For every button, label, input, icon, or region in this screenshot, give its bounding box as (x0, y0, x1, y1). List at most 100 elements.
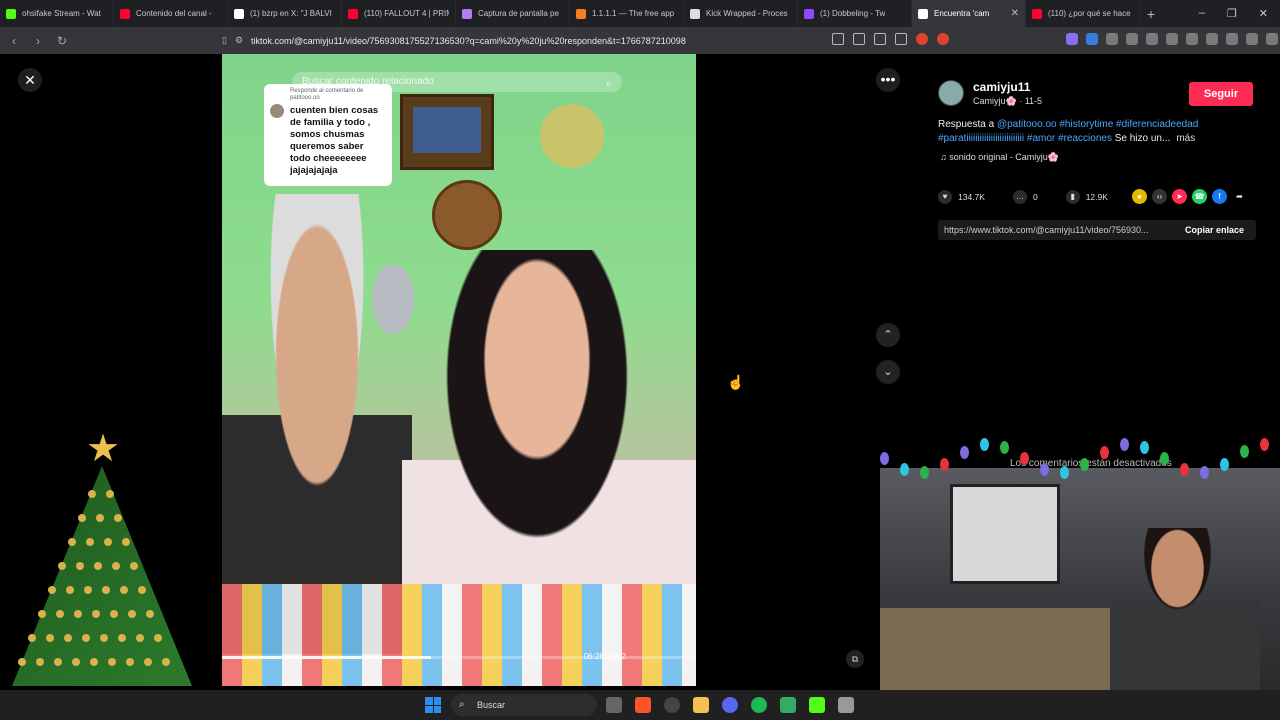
window-close-button[interactable]: ✕ (1259, 7, 1268, 20)
ornament (108, 658, 116, 666)
bookmark-icon[interactable]: ▮ (1065, 190, 1080, 204)
close-tab-icon[interactable]: ✕ (1011, 8, 1019, 19)
browser-tab[interactable]: (1) bzrp en X: "J BALVI (228, 0, 342, 27)
spotify-icon[interactable] (751, 697, 767, 713)
streamer (1110, 528, 1260, 690)
screenshot-icon[interactable] (853, 33, 865, 45)
tab-title: 1.1.1.1 — The free app (592, 9, 675, 18)
facebook-icon[interactable]: f (1212, 189, 1227, 204)
embed-icon[interactable]: ‹› (1152, 189, 1167, 204)
taskbar-search[interactable]: ⌕ Buscar (451, 694, 597, 716)
ornament (154, 634, 162, 642)
share-arrow-icon[interactable]: ➦ (1232, 189, 1247, 204)
avatar[interactable] (938, 80, 964, 106)
light-bulb (1060, 465, 1069, 479)
ornament (54, 658, 62, 666)
extension-icon[interactable] (1146, 33, 1158, 45)
tab-title: Contenido del canal - (136, 9, 212, 18)
light-bulb (1100, 445, 1109, 459)
back-icon[interactable]: ‹ (4, 34, 24, 48)
video-player[interactable]: Buscar contenido relacionado ⌕ Responde a… (222, 54, 696, 686)
browser-tab[interactable]: 1.1.1.1 — The free app (570, 0, 684, 27)
forward-icon[interactable]: › (28, 34, 48, 48)
windows-start-icon[interactable] (425, 697, 441, 713)
media-icon[interactable] (1166, 33, 1178, 45)
sidebar-icon[interactable] (1186, 33, 1198, 45)
close-viewer-button[interactable]: ✕ (18, 68, 42, 92)
twitch-icon (804, 8, 814, 19)
send-icon[interactable]: ➤ (1172, 189, 1187, 204)
leo-icon[interactable] (1226, 33, 1238, 45)
kick-icon[interactable] (809, 697, 825, 713)
share-icon[interactable] (895, 33, 907, 45)
app-icon[interactable] (780, 697, 796, 713)
christmas-lights (874, 430, 1280, 500)
coin-icon[interactable]: ● (1132, 189, 1147, 204)
extension-icon[interactable] (1066, 33, 1078, 45)
mention-link[interactable]: @patitooo.oo (997, 119, 1057, 130)
more-link[interactable]: más (1176, 133, 1195, 144)
menu-icon[interactable] (1266, 33, 1278, 45)
follow-button[interactable]: Seguir (1189, 82, 1253, 106)
progress-fill (222, 656, 431, 659)
brave-shield-icon[interactable] (916, 33, 928, 45)
author-username[interactable]: camiyju11 (973, 80, 1030, 94)
desc-prefix: Respuesta a (938, 119, 997, 130)
discord-icon[interactable] (722, 697, 738, 713)
extension-icon[interactable] (1086, 33, 1098, 45)
browser-tab[interactable]: ohsifake Stream - Wat (0, 0, 114, 27)
ornament (114, 514, 122, 522)
pip-icon[interactable]: ⧉ (846, 650, 864, 668)
puzzle-icon[interactable] (1126, 33, 1138, 45)
save-count: 12.9K (1085, 192, 1108, 202)
bookmark-icon[interactable]: ▯ (222, 35, 227, 46)
browser-tab[interactable]: (110) ¿por qué se hace (1026, 0, 1140, 27)
translate-icon[interactable] (874, 33, 886, 45)
obs-icon[interactable] (664, 697, 680, 713)
copy-link-button[interactable]: Copiar enlace (1185, 220, 1244, 240)
extension-icon[interactable] (1106, 33, 1118, 45)
calculator-icon[interactable] (838, 697, 854, 713)
brave-icon[interactable] (635, 697, 651, 713)
next-video-button[interactable]: ⌄ (876, 360, 900, 384)
brave-rewards-icon[interactable] (937, 33, 949, 45)
reload-icon[interactable]: ↻ (52, 34, 72, 48)
vpn-icon[interactable] (1246, 33, 1258, 45)
browser-tab[interactable]: Contenido del canal - (114, 0, 228, 27)
site-info-icon[interactable]: ⚙ (235, 35, 243, 46)
sound-link[interactable]: ♫ sonido original - Camiyju🌸 (940, 152, 1059, 163)
search-icon[interactable]: ⌕ (606, 74, 612, 94)
more-options-button[interactable]: ••• (876, 68, 900, 92)
ornament (104, 538, 112, 546)
ornament (76, 562, 84, 570)
whatsapp-icon[interactable]: ☎ (1192, 189, 1207, 204)
browser-tab[interactable]: (1) Dobbeling - Tw (798, 0, 912, 27)
light-bulb (1260, 438, 1269, 452)
ornament (66, 586, 74, 594)
browser-tab[interactable]: (110) FALLOUT 4 | PRIM (342, 0, 456, 27)
tab-title: (110) ¿por qué se hace (1048, 9, 1131, 18)
light-bulb (940, 457, 949, 471)
video-link-field[interactable]: https://www.tiktok.com/@camiyju11/video/… (938, 220, 1256, 240)
maximize-button[interactable]: ❐ (1227, 7, 1237, 20)
ornament (88, 490, 96, 498)
tab-title: (1) Dobbeling - Tw (820, 9, 886, 18)
heart-icon[interactable]: ♥ (938, 190, 952, 204)
new-tab-button[interactable]: + (1140, 6, 1162, 22)
window-controls: – ❐ ✕ (1199, 7, 1280, 20)
task-view-icon[interactable] (606, 697, 622, 713)
browser-tab[interactable]: Captura de pantalla pe (456, 0, 570, 27)
previous-video-button[interactable]: ⌃ (876, 323, 900, 347)
light-bulb (1080, 457, 1089, 471)
browser-tab-active[interactable]: Encuentra 'cam ✕ (912, 0, 1026, 27)
minimize-button[interactable]: – (1199, 7, 1205, 20)
ornament (46, 634, 54, 642)
comment-icon[interactable]: … (1012, 190, 1027, 204)
browser-tab[interactable]: Kick Wrapped - Proces (684, 0, 798, 27)
cast-icon[interactable] (832, 33, 844, 45)
light-bulb (980, 438, 989, 452)
light-bulb (1140, 441, 1149, 455)
ornament (96, 514, 104, 522)
wallet-icon[interactable] (1206, 33, 1218, 45)
folder-icon[interactable] (693, 697, 709, 713)
